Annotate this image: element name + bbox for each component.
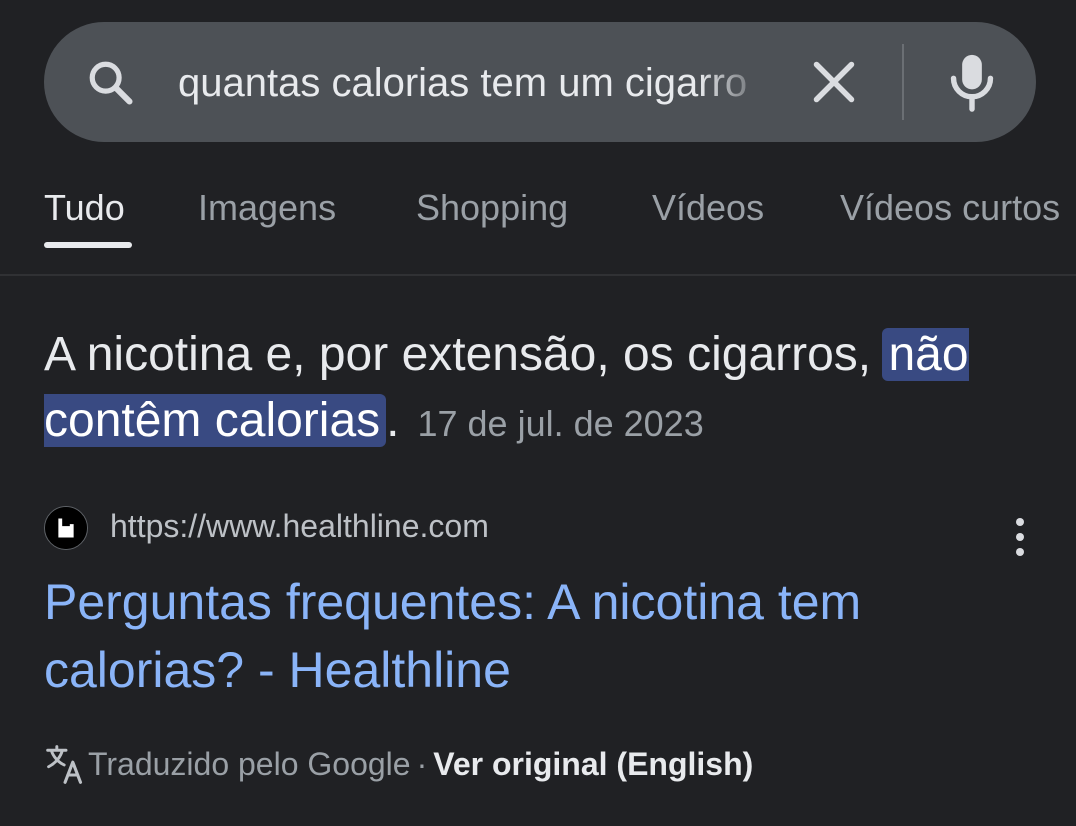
search-results-page: Tudo Imagens Shopping Vídeos Vídeos curt… <box>0 0 1076 826</box>
search-input[interactable] <box>176 52 770 114</box>
source-url[interactable]: https://www.healthline.com <box>110 504 489 548</box>
separator-dot: · <box>416 746 428 782</box>
view-original-link[interactable]: Ver original (English) <box>433 746 753 782</box>
healthline-logo-icon[interactable] <box>44 506 88 550</box>
translated-by-label: Traduzido pelo Google <box>88 746 411 782</box>
active-tab-indicator <box>44 242 132 248</box>
tab-imagens[interactable]: Imagens <box>198 186 336 230</box>
tabs-divider <box>0 274 1076 276</box>
search-bar-divider <box>902 44 904 120</box>
more-vert-icon[interactable] <box>1004 514 1036 560</box>
search-bar[interactable] <box>44 22 1036 142</box>
result-title-link[interactable]: Perguntas frequentes: A nicotina tem cal… <box>44 568 1044 704</box>
translate-icon <box>46 744 83 784</box>
tab-videos-curtos[interactable]: Vídeos curtos <box>840 186 1060 230</box>
snippet-text-end: . <box>386 394 400 447</box>
translation-row: Traduzido pelo Google · Ver original (Engl… <box>44 740 753 788</box>
close-icon[interactable] <box>804 52 864 112</box>
snippet-text: A nicotina e, por extensão, os cigarros, <box>44 328 885 381</box>
tab-shopping[interactable]: Shopping <box>416 186 568 230</box>
search-icon[interactable] <box>84 56 136 108</box>
search-tabs: Tudo Imagens Shopping Vídeos Vídeos curt… <box>0 170 1076 274</box>
mic-icon[interactable] <box>942 50 1002 114</box>
snippet-date: 17 de jul. de 2023 <box>417 403 704 444</box>
tab-videos[interactable]: Vídeos <box>652 186 764 230</box>
tab-tudo[interactable]: Tudo <box>44 186 125 230</box>
featured-snippet: A nicotina e, por extensão, os cigarros,… <box>44 322 1044 457</box>
